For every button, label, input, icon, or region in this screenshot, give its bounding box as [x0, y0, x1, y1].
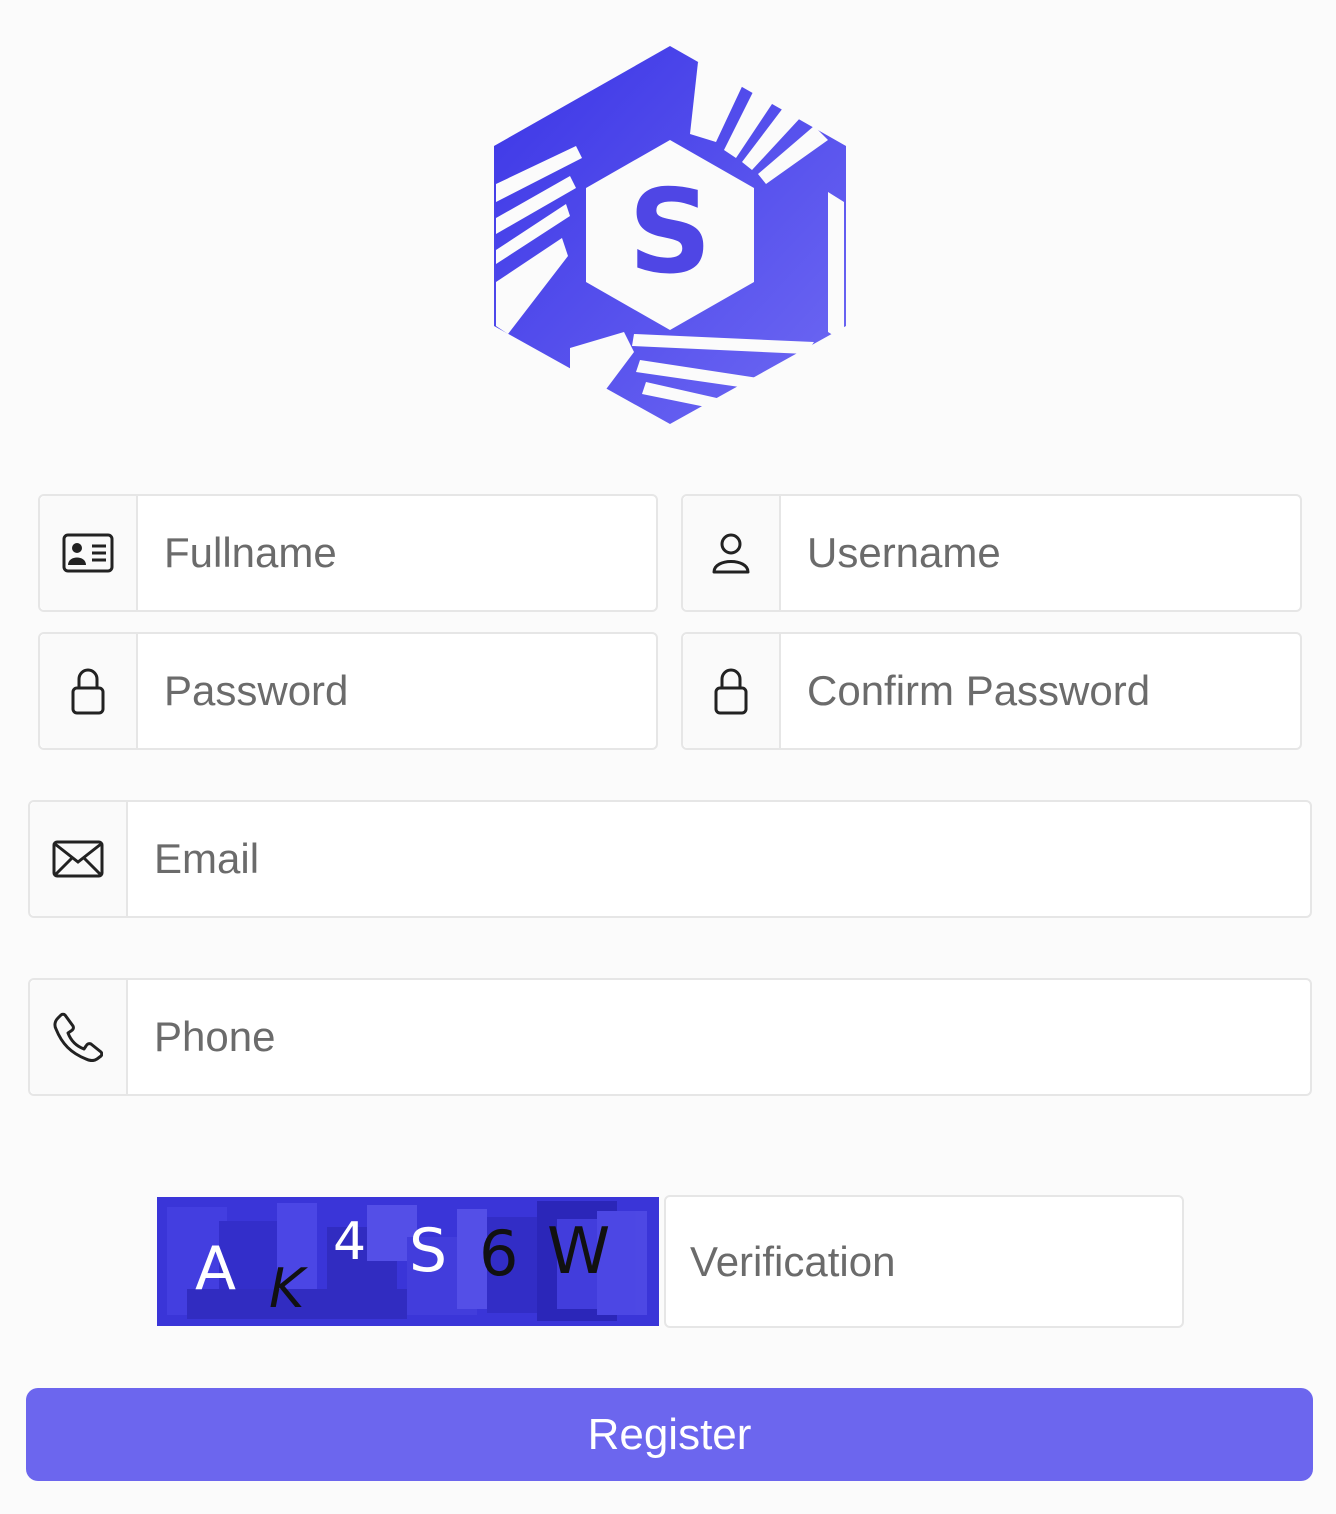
phone-group [28, 978, 1312, 1096]
brand-logo: S [484, 42, 856, 428]
captcha-char-1: A [195, 1234, 236, 1304]
fullname-group [38, 494, 658, 612]
lock-icon [683, 634, 781, 748]
confirm-password-input[interactable] [781, 634, 1300, 748]
captcha-char-2: K [269, 1257, 308, 1320]
id-card-icon [40, 496, 138, 610]
confirm-password-group [681, 632, 1302, 750]
password-input[interactable] [138, 634, 656, 748]
captcha-image: A K 4 S 6 W [157, 1197, 659, 1326]
captcha-char-4: S [409, 1216, 447, 1286]
register-page: S Fullname Username Email Phone A K 4 S … [0, 0, 1336, 1514]
register-button[interactable]: Register [26, 1388, 1313, 1481]
phone-input[interactable] [128, 980, 1310, 1094]
captcha-char-3: 4 [333, 1212, 366, 1272]
captcha-char-6: W [547, 1215, 610, 1289]
captcha-char-5: 6 [479, 1217, 518, 1290]
username-group [681, 494, 1302, 612]
lock-icon [40, 634, 138, 748]
email-group [28, 800, 1312, 918]
logo-letter: S [628, 165, 712, 300]
verification-input[interactable] [664, 1195, 1184, 1328]
phone-icon [30, 980, 128, 1094]
username-input[interactable] [781, 496, 1300, 610]
email-input[interactable] [128, 802, 1310, 916]
envelope-icon [30, 802, 128, 916]
password-group [38, 632, 658, 750]
user-icon [683, 496, 781, 610]
fullname-input[interactable] [138, 496, 656, 610]
